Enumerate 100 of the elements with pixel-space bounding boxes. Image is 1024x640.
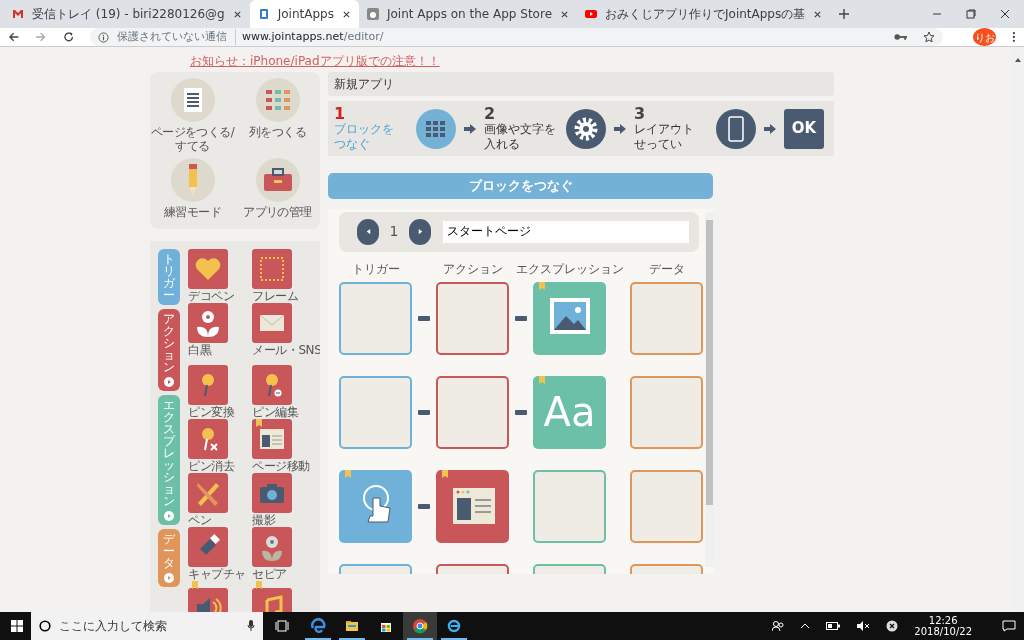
back-icon[interactable] bbox=[8, 31, 20, 43]
key-icon[interactable] bbox=[894, 33, 908, 41]
left-arrow-icon bbox=[364, 228, 372, 235]
profile-avatar[interactable]: りお bbox=[973, 28, 997, 46]
block-button[interactable]: 白黒 bbox=[188, 303, 252, 358]
muted-speaker-icon[interactable] bbox=[856, 621, 871, 631]
scrollbar[interactable] bbox=[705, 211, 714, 567]
column-heading: データ bbox=[648, 260, 685, 278]
block-tile[interactable] bbox=[533, 281, 606, 355]
step-item[interactable]: 3 レイアウトせってい bbox=[634, 106, 756, 151]
microphone-icon[interactable] bbox=[247, 620, 255, 632]
people-icon[interactable] bbox=[772, 620, 785, 632]
error-icon[interactable] bbox=[886, 620, 899, 632]
toolbox-icon bbox=[255, 157, 300, 202]
next-page-button[interactable] bbox=[409, 218, 431, 245]
step-label: レイアウトせってい bbox=[634, 122, 695, 151]
tool-button[interactable]: アプリの管理 bbox=[235, 157, 320, 220]
grid-icon bbox=[416, 108, 456, 149]
block-tile[interactable] bbox=[339, 469, 412, 543]
url-text[interactable]: www.jointapps.net/editor/ bbox=[235, 28, 384, 46]
battery-icon[interactable] bbox=[826, 622, 841, 630]
block-button[interactable]: デコペン bbox=[188, 249, 252, 304]
close-icon[interactable] bbox=[232, 9, 242, 19]
folder-icon bbox=[344, 618, 360, 634]
block-button[interactable]: 撮影 bbox=[252, 473, 316, 528]
window-icon bbox=[252, 419, 292, 460]
video-icon bbox=[585, 8, 597, 20]
section-title-bar: ブロックをつなぐ bbox=[328, 173, 713, 199]
block-button[interactable]: ページ移動 bbox=[252, 419, 316, 474]
new-tab-icon[interactable] bbox=[838, 8, 851, 20]
close-icon[interactable] bbox=[560, 9, 569, 19]
pin-icon bbox=[188, 365, 228, 406]
block-button[interactable]: ピン消去 bbox=[188, 419, 252, 474]
search-icon bbox=[39, 620, 51, 632]
scroll-up-icon[interactable] bbox=[1014, 56, 1022, 63]
page-name-field[interactable]: スタートページ bbox=[443, 220, 689, 243]
right-arrow-icon bbox=[416, 228, 424, 235]
previous-page-button[interactable] bbox=[357, 218, 379, 245]
taskbar-app[interactable] bbox=[403, 612, 437, 640]
block-button[interactable]: ペン bbox=[188, 473, 252, 528]
arrow-icon bbox=[764, 123, 776, 134]
edge-icon bbox=[310, 618, 326, 634]
browser-tab[interactable]: 受信トレイ (19) - biri2280126@g bbox=[4, 0, 250, 28]
block-button[interactable]: ピン変換 bbox=[188, 365, 252, 420]
windows-start-icon[interactable] bbox=[11, 620, 23, 632]
envelope-icon bbox=[252, 303, 292, 344]
browser-tab[interactable]: おみくじアプリ作りでJointAppsの基 bbox=[577, 0, 831, 28]
task-view-icon[interactable] bbox=[275, 620, 289, 632]
category-tab[interactable]: アクション bbox=[158, 309, 180, 392]
step-number: 3 bbox=[634, 106, 647, 123]
phone-icon bbox=[716, 108, 756, 149]
block-button[interactable]: フレーム bbox=[252, 249, 316, 304]
ok-button[interactable]: OK bbox=[784, 108, 824, 149]
gear-icon bbox=[566, 108, 606, 149]
block-button[interactable]: セピア bbox=[252, 527, 316, 582]
chevron-up-icon[interactable] bbox=[800, 623, 811, 629]
step-item[interactable]: 1 ブロックをつなぐ bbox=[334, 106, 456, 151]
ie-icon bbox=[446, 618, 462, 634]
security-label: 保護されていない通信 bbox=[117, 28, 228, 45]
pencil-icon bbox=[170, 157, 215, 202]
browser-tab[interactable]: JointApps bbox=[249, 0, 359, 28]
star-icon[interactable] bbox=[923, 31, 936, 43]
step-number: 1 bbox=[334, 106, 347, 123]
app-name-bar: 新規アプリ bbox=[328, 72, 834, 96]
column-heading: エクスプレッション bbox=[515, 260, 624, 278]
step-item[interactable]: 2 画像や文字を入れる bbox=[484, 106, 606, 151]
step-label: ブロックをつなぐ bbox=[334, 122, 395, 151]
reload-icon[interactable] bbox=[62, 31, 75, 43]
tool-button[interactable]: 列をつくる bbox=[235, 78, 320, 154]
info-icon[interactable] bbox=[98, 31, 110, 43]
chrome-icon bbox=[412, 618, 428, 634]
empty-slot[interactable] bbox=[436, 375, 509, 449]
search-field[interactable]: ここに入力して検索 bbox=[31, 612, 263, 640]
arrow-icon bbox=[464, 123, 476, 134]
restore-icon[interactable] bbox=[966, 9, 976, 19]
notice-link[interactable]: お知らせ：iPhone/iPadアプリ版での注意！！ bbox=[190, 47, 440, 71]
column-heading: アクション bbox=[442, 260, 503, 278]
frame-icon bbox=[252, 249, 292, 290]
block-button[interactable]: ピン編集 bbox=[252, 365, 316, 420]
column-heading: トリガー bbox=[351, 260, 400, 278]
flower-icon bbox=[252, 527, 292, 568]
close-icon[interactable] bbox=[341, 9, 351, 19]
notification-icon[interactable] bbox=[1002, 620, 1016, 632]
block-tile[interactable] bbox=[436, 469, 509, 543]
app-icon bbox=[257, 8, 270, 20]
clock[interactable]: 12:26 2018/10/22 bbox=[914, 614, 972, 638]
arrow-icon bbox=[614, 123, 626, 134]
pin-icon bbox=[252, 365, 292, 406]
flower-icon bbox=[188, 303, 228, 344]
tool-button[interactable]: ページをつくる/すてる bbox=[150, 78, 235, 154]
document-icon bbox=[170, 78, 215, 122]
menu-icon[interactable] bbox=[1012, 31, 1016, 43]
camera-icon bbox=[252, 473, 292, 514]
browser-tab[interactable]: Joint Apps on the App Store bbox=[358, 0, 577, 28]
close-icon[interactable] bbox=[1000, 9, 1010, 19]
block-button[interactable]: キャプチャ bbox=[188, 527, 252, 582]
tool-button[interactable]: 練習モード bbox=[150, 157, 235, 220]
close-icon[interactable] bbox=[813, 9, 823, 19]
empty-slot[interactable] bbox=[436, 281, 509, 355]
pin-icon bbox=[188, 419, 228, 460]
